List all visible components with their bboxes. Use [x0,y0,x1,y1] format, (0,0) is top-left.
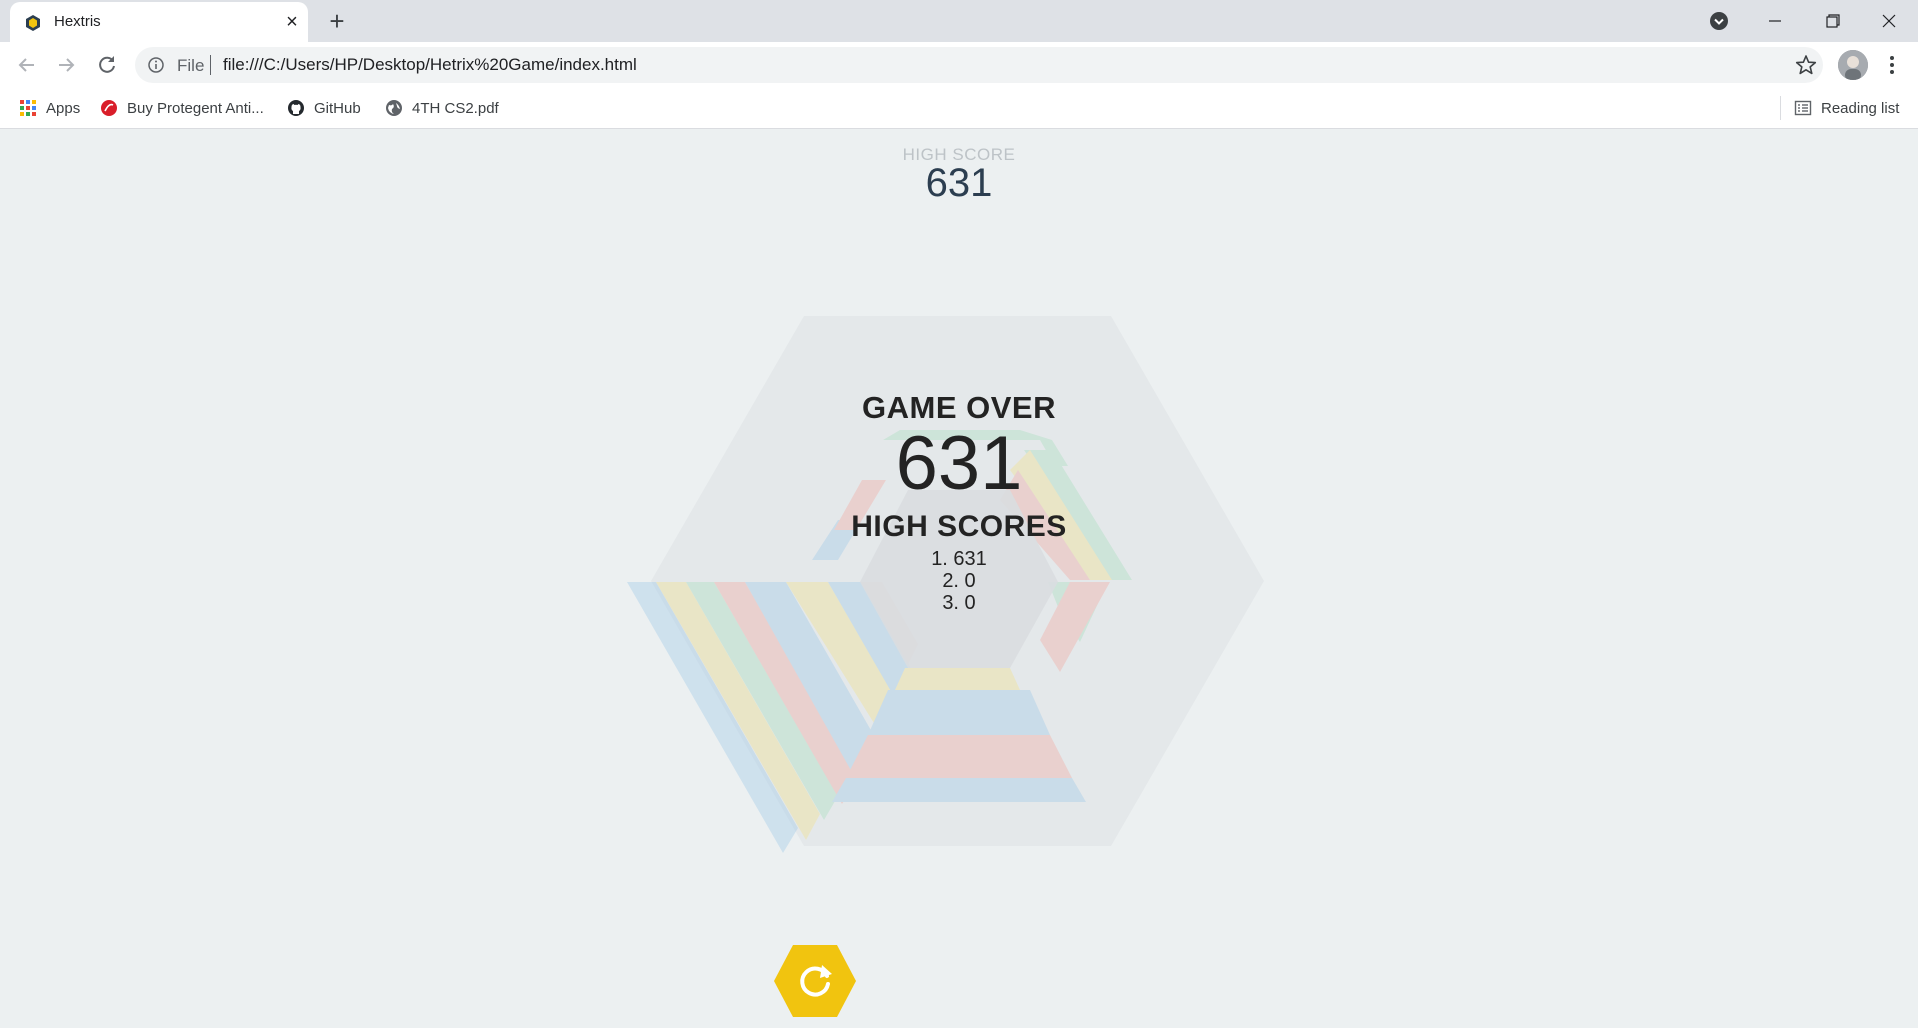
high-score-entry: 3. 0 [942,592,976,614]
high-scores-list: 1. 631 2. 0 3. 0 [0,548,1918,614]
block-yellow [895,668,1020,690]
block-blue [832,778,1086,802]
final-score: 631 [895,421,1023,506]
high-score-value: 631 [925,161,993,205]
block-blue [868,690,1050,735]
high-score-entry: 2. 0 [942,570,976,592]
restart-button[interactable] [772,943,858,1019]
high-score-entry: 1. 631 [931,548,987,570]
block-red [846,735,1072,778]
high-scores-title: HIGH SCORES [851,510,1067,543]
